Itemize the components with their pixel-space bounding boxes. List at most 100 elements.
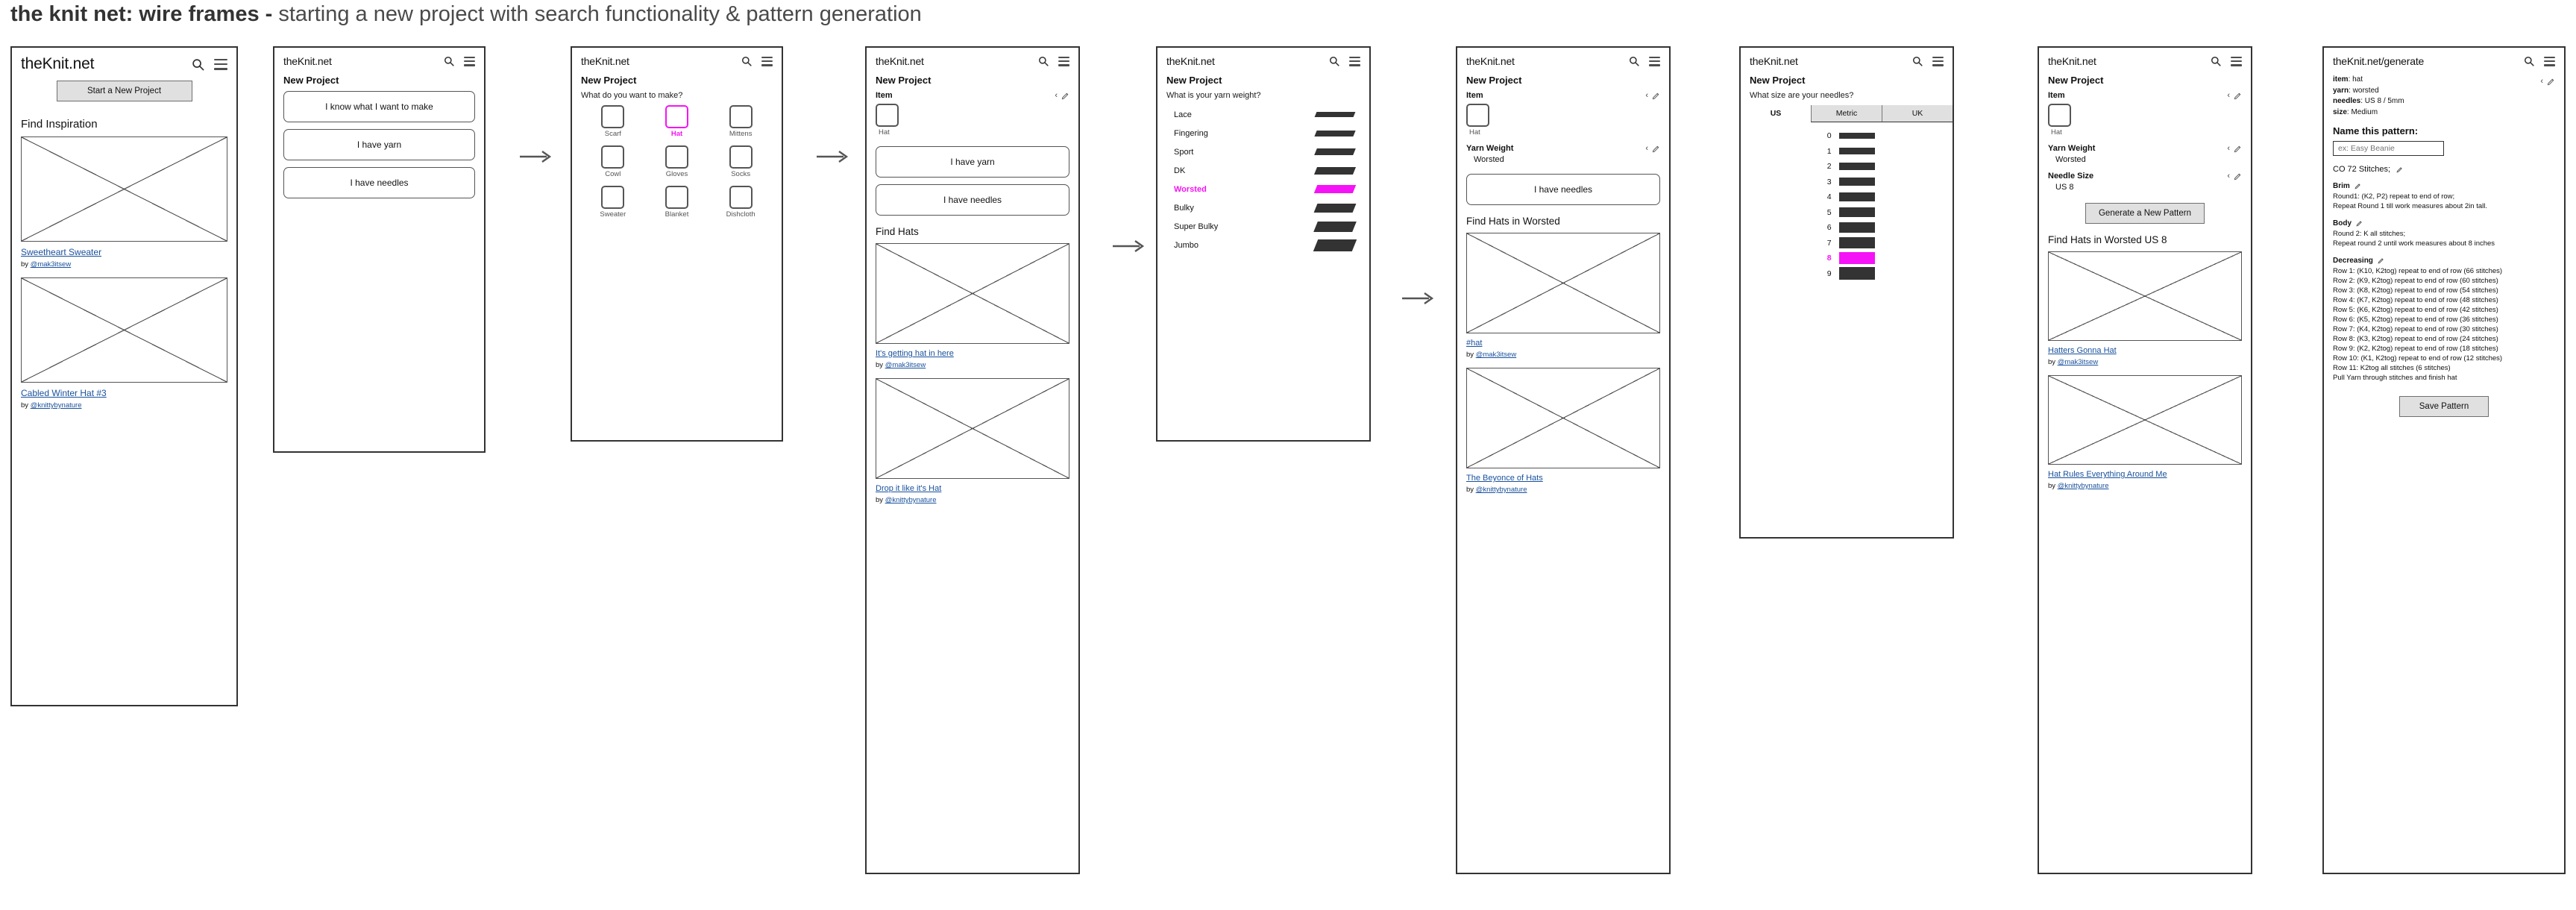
brand-logo[interactable]: theKnit.net [1466,55,1515,67]
item-cell-hat[interactable]: Hat [665,105,688,138]
card-title-link[interactable]: Hatters Gonna Hat [2048,346,2242,355]
card-thumbnail[interactable] [876,378,1069,479]
search-icon[interactable] [741,56,752,66]
item-box-socks[interactable] [729,145,753,169]
edit-pencil-icon[interactable] [2396,166,2403,173]
item-cell-mittens[interactable]: Mittens [729,105,753,138]
needle-size-row-0[interactable]: 0 [1750,128,1944,144]
brand-logo[interactable]: theKnit.net [1750,55,1798,67]
back-chevron-icon[interactable]: ‹ [2227,144,2230,153]
yarn-weight-row-lace[interactable]: Lace [1166,105,1360,124]
tab-metric[interactable]: Metric [1811,105,1882,122]
item-cell-gloves[interactable]: Gloves [665,145,688,178]
item-box-hat[interactable] [1466,104,1489,127]
card-author-link[interactable]: @knittybynature [2058,482,2109,490]
yarn-weight-row-fingering[interactable]: Fingering [1166,124,1360,142]
card-title-link[interactable]: The Beyonce of Hats [1466,474,1660,483]
item-box-mittens[interactable] [729,105,753,128]
hamburger-menu-icon[interactable] [1649,56,1660,66]
needle-size-row-9[interactable]: 9 [1750,266,1944,282]
item-cell-sweater[interactable]: Sweater [600,186,626,219]
needle-size-row-7[interactable]: 7 [1750,236,1944,251]
edit-pencil-icon[interactable] [2234,145,2242,153]
option-i-know-what-i-want-to-make[interactable]: I know what I want to make [283,91,475,122]
card-thumbnail[interactable] [2048,251,2242,341]
search-icon[interactable] [2524,56,2534,66]
item-cell-socks[interactable]: Socks [729,145,753,178]
card-author-link[interactable]: @knittybynature [885,496,937,504]
edit-pencil-icon[interactable] [2354,183,2361,189]
result-card[interactable]: Drop it like it's Hat by @knittybynature [876,378,1069,504]
yarn-weight-row-bulky[interactable]: Bulky [1166,198,1360,217]
item-cell-scarf[interactable]: Scarf [601,105,625,138]
hamburger-menu-icon[interactable] [2544,56,2555,66]
yarn-weight-row-sport[interactable]: Sport [1166,142,1360,161]
back-chevron-icon[interactable]: ‹ [1645,144,1648,153]
brand-logo[interactable]: theKnit.net [21,55,94,73]
brand-logo[interactable]: theKnit.net [283,55,332,67]
hamburger-menu-icon[interactable] [761,56,773,66]
option-i-have-needles[interactable]: I have needles [1466,174,1660,205]
card-title-link[interactable]: Sweetheart Sweater [21,247,227,257]
edit-pencil-icon[interactable] [2547,78,2555,86]
search-icon[interactable] [444,56,454,66]
inspiration-card[interactable]: Sweetheart Sweater by @mak3itsew [21,136,227,269]
yarn-weight-row-dk[interactable]: DK [1166,161,1360,180]
inspiration-card[interactable]: Cabled Winter Hat #3 by @knittybynature [21,277,227,410]
search-icon[interactable] [1912,56,1923,66]
result-card[interactable]: #hat by @mak3itsew [1466,233,1660,359]
hamburger-menu-icon[interactable] [1058,56,1069,66]
edit-pencil-icon[interactable] [2234,172,2242,181]
item-box-hat[interactable] [876,104,899,127]
needle-size-row-4[interactable]: 4 [1750,189,1944,205]
item-box-hat[interactable] [665,105,688,128]
needle-size-row-1[interactable]: 1 [1750,144,1944,160]
hamburger-menu-icon[interactable] [1932,56,1944,66]
back-chevron-icon[interactable]: ‹ [1645,91,1648,100]
card-author-link[interactable]: @mak3itsew [31,260,72,269]
hamburger-menu-icon[interactable] [2231,56,2242,66]
brand-logo[interactable]: theKnit.net [1166,55,1215,67]
option-i-have-needles[interactable]: I have needles [283,167,475,198]
hamburger-menu-icon[interactable] [214,58,227,70]
card-title-link[interactable]: It's getting hat in here [876,349,1069,358]
card-thumbnail[interactable] [1466,233,1660,333]
card-thumbnail[interactable] [21,136,227,242]
search-icon[interactable] [1629,56,1639,66]
tab-us[interactable]: US [1741,105,1811,122]
item-box-gloves[interactable] [665,145,688,169]
card-thumbnail[interactable] [21,277,227,383]
edit-pencil-icon[interactable] [2356,220,2363,227]
hamburger-menu-icon[interactable] [1349,56,1360,66]
card-title-link[interactable]: #hat [1466,339,1660,348]
card-author-link[interactable]: @mak3itsew [2058,358,2099,366]
generate-new-pattern-button[interactable]: Generate a New Pattern [2085,203,2205,224]
card-thumbnail[interactable] [1466,368,1660,468]
back-chevron-icon[interactable]: ‹ [2540,78,2543,86]
card-author-link[interactable]: @mak3itsew [1476,351,1517,359]
edit-pencil-icon[interactable] [1652,92,1660,100]
result-card[interactable]: The Beyonce of Hats by @knittybynature [1466,368,1660,494]
card-author-link[interactable]: @knittybynature [1476,486,1527,494]
item-box-sweater[interactable] [601,186,625,209]
pattern-name-input[interactable] [2333,141,2444,156]
card-author-link[interactable]: @mak3itsew [885,361,926,369]
item-cell-blanket[interactable]: Blanket [665,186,688,219]
item-box-hat[interactable] [2048,104,2071,127]
item-cell-dishcloth[interactable]: Dishcloth [726,186,755,219]
card-thumbnail[interactable] [876,243,1069,344]
yarn-weight-row-jumbo[interactable]: Jumbo [1166,236,1360,254]
option-i-have-yarn[interactable]: I have yarn [876,146,1069,178]
needle-size-row-5[interactable]: 5 [1750,205,1944,221]
tab-uk[interactable]: UK [1882,105,1953,122]
brand-logo-generate[interactable]: theKnit.net/generate [2333,55,2424,67]
needle-size-row-2[interactable]: 2 [1750,159,1944,175]
back-chevron-icon[interactable]: ‹ [1055,91,1058,100]
brand-logo[interactable]: theKnit.net [2048,55,2096,67]
needle-size-row-3[interactable]: 3 [1750,175,1944,190]
item-box-blanket[interactable] [665,186,688,209]
card-title-link[interactable]: Cabled Winter Hat #3 [21,388,227,398]
card-title-link[interactable]: Drop it like it's Hat [876,484,1069,493]
back-chevron-icon[interactable]: ‹ [2227,172,2230,181]
card-title-link[interactable]: Hat Rules Everything Around Me [2048,470,2242,479]
